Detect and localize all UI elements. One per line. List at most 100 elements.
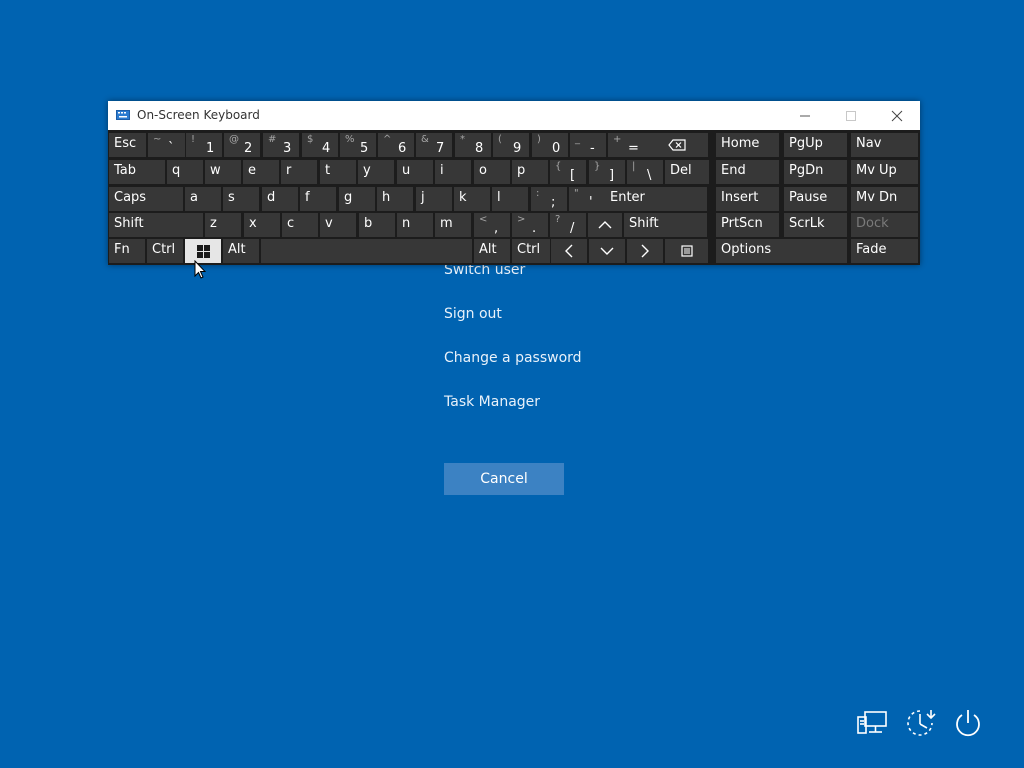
- key-z[interactable]: z: [205, 213, 241, 237]
- key-ctrl[interactable]: Ctrl: [512, 239, 550, 263]
- close-button[interactable]: [874, 101, 920, 130]
- key-0[interactable]: ) 0: [532, 133, 568, 157]
- sign-out-link[interactable]: Sign out: [444, 306, 502, 322]
- key-blank[interactable]: ~ `: [148, 133, 185, 157]
- key-k[interactable]: k: [454, 187, 490, 211]
- key-3[interactable]: #3: [263, 133, 299, 157]
- key-2[interactable]: @2: [224, 133, 260, 157]
- key-end[interactable]: End: [716, 160, 779, 184]
- key-4[interactable]: $4: [302, 133, 338, 157]
- key-m[interactable]: m: [435, 213, 471, 237]
- key-c[interactable]: c: [282, 213, 318, 237]
- network-icon[interactable]: [855, 706, 889, 740]
- key-r[interactable]: r: [281, 160, 317, 184]
- key-5[interactable]: % 5: [340, 133, 376, 157]
- key-pause[interactable]: Pause: [784, 187, 847, 211]
- key-label: Alt: [228, 242, 246, 257]
- key-blank[interactable]: <,: [474, 213, 510, 237]
- key-label: -: [590, 141, 595, 156]
- key-y[interactable]: y: [358, 160, 394, 184]
- key-del[interactable]: Del: [665, 160, 709, 184]
- change-password-link[interactable]: Change a password: [444, 350, 582, 366]
- space-key[interactable]: [261, 239, 472, 263]
- key-options[interactable]: Options: [716, 239, 847, 263]
- key-pgdn[interactable]: PgDn: [784, 160, 847, 184]
- key-blank[interactable]: ? /: [550, 213, 586, 237]
- key-blank[interactable]: :;: [531, 187, 567, 211]
- key-alt[interactable]: Alt: [474, 239, 510, 263]
- key-blank[interactable]: }]: [589, 160, 625, 184]
- cancel-button[interactable]: Cancel: [444, 463, 564, 495]
- arrow-up-key[interactable]: [588, 213, 622, 237]
- key-e[interactable]: e: [243, 160, 279, 184]
- key-enter[interactable]: Enter: [605, 187, 707, 211]
- key-backslash[interactable]: | \: [627, 160, 663, 184]
- key-8[interactable]: * 8: [455, 133, 491, 157]
- key-h[interactable]: h: [377, 187, 413, 211]
- maximize-button[interactable]: [828, 101, 874, 130]
- key-mv-up[interactable]: Mv Up: [851, 160, 918, 184]
- key-prtscn[interactable]: PrtScn: [716, 213, 779, 237]
- key-caps[interactable]: Caps: [109, 187, 183, 211]
- key-alt[interactable]: Alt: [223, 239, 259, 263]
- task-manager-link[interactable]: Task Manager: [444, 394, 540, 410]
- osk-title-bar[interactable]: On-Screen Keyboard: [108, 101, 920, 130]
- key-blank[interactable]: >.: [512, 213, 548, 237]
- key-i[interactable]: i: [435, 160, 471, 184]
- key-label: h: [382, 190, 391, 205]
- key-l[interactable]: l: [492, 187, 528, 211]
- key-u[interactable]: u: [397, 160, 433, 184]
- key-pgup[interactable]: PgUp: [784, 133, 847, 157]
- key-g[interactable]: g: [339, 187, 375, 211]
- key-shift[interactable]: Shift: [109, 213, 203, 237]
- key-label: .: [532, 221, 537, 236]
- key-esc[interactable]: Esc: [109, 133, 146, 157]
- key-s[interactable]: s: [223, 187, 259, 211]
- key-home[interactable]: Home: [716, 133, 779, 157]
- menu-key-key[interactable]: [665, 239, 708, 263]
- ease-of-access-icon[interactable]: [903, 706, 937, 740]
- key-blank[interactable]: {[: [550, 160, 586, 184]
- key-7[interactable]: & 7: [416, 133, 452, 157]
- key-j[interactable]: j: [416, 187, 452, 211]
- key-o[interactable]: o: [474, 160, 510, 184]
- key-shift-label: $: [307, 134, 314, 145]
- arrow-right-key[interactable]: [627, 239, 663, 263]
- key-label: Fn: [114, 242, 130, 257]
- key-ctrl[interactable]: Ctrl: [147, 239, 183, 263]
- key-shift-label: %: [345, 134, 355, 145]
- key-nav[interactable]: Nav: [851, 133, 918, 157]
- key-v[interactable]: v: [320, 213, 356, 237]
- key-fade[interactable]: Fade: [851, 239, 918, 263]
- key-b[interactable]: b: [359, 213, 395, 237]
- backspace-key[interactable]: [645, 133, 708, 157]
- key-fn[interactable]: Fn: [109, 239, 145, 263]
- arrow-down-key[interactable]: [589, 239, 625, 263]
- key-p[interactable]: p: [512, 160, 548, 184]
- key-1[interactable]: ! 1: [186, 133, 222, 157]
- key-a[interactable]: a: [185, 187, 221, 211]
- key-blank[interactable]: _ -: [570, 133, 606, 157]
- key-t[interactable]: t: [320, 160, 356, 184]
- key-q[interactable]: q: [167, 160, 203, 184]
- power-icon[interactable]: [951, 706, 985, 740]
- key-9[interactable]: (9: [493, 133, 529, 157]
- key-x[interactable]: x: [244, 213, 280, 237]
- key-tab[interactable]: Tab: [109, 160, 165, 184]
- key-shift[interactable]: Shift: [624, 213, 707, 237]
- key-d[interactable]: d: [262, 187, 298, 211]
- key-blank[interactable]: " ': [569, 187, 605, 211]
- key-f[interactable]: f: [300, 187, 336, 211]
- key-insert[interactable]: Insert: [716, 187, 779, 211]
- key-label: w: [210, 163, 221, 178]
- key-blank[interactable]: + =: [608, 133, 645, 157]
- arrow-left-key[interactable]: [551, 239, 587, 263]
- key-label: 4: [322, 141, 331, 156]
- key-mv-dn[interactable]: Mv Dn: [851, 187, 918, 211]
- minimize-button[interactable]: [782, 101, 828, 130]
- key-w[interactable]: w: [205, 160, 241, 184]
- key-scrlk[interactable]: ScrLk: [784, 213, 847, 237]
- key-n[interactable]: n: [397, 213, 433, 237]
- key-6[interactable]: ^ 6: [378, 133, 414, 157]
- key-dock[interactable]: Dock: [851, 213, 918, 237]
